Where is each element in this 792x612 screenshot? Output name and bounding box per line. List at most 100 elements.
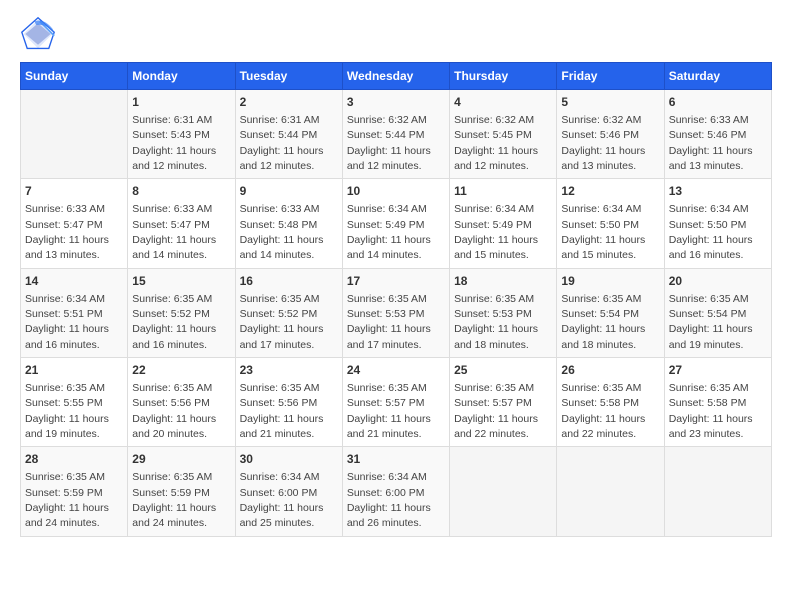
day-info: Sunrise: 6:34 AMSunset: 5:49 PMDaylight:… [454, 203, 538, 261]
day-number: 2 [240, 94, 338, 111]
calendar-header-thursday: Thursday [450, 63, 557, 90]
day-info: Sunrise: 6:32 AMSunset: 5:46 PMDaylight:… [561, 114, 645, 172]
calendar-cell: 7 Sunrise: 6:33 AMSunset: 5:47 PMDaylight… [21, 179, 128, 268]
day-info: Sunrise: 6:32 AMSunset: 5:45 PMDaylight:… [454, 114, 538, 172]
logo [20, 16, 60, 52]
day-info: Sunrise: 6:33 AMSunset: 5:48 PMDaylight:… [240, 203, 324, 261]
calendar-cell: 4 Sunrise: 6:32 AMSunset: 5:45 PMDaylight… [450, 90, 557, 179]
calendar-header-row: SundayMondayTuesdayWednesdayThursdayFrid… [21, 63, 772, 90]
day-info: Sunrise: 6:34 AMSunset: 5:50 PMDaylight:… [561, 203, 645, 261]
calendar-cell: 29 Sunrise: 6:35 AMSunset: 5:59 PMDayligh… [128, 447, 235, 536]
calendar-cell: 16Sunrise: 6:35 AMSunset: 5:52 PMDayligh… [235, 268, 342, 357]
header [20, 16, 772, 52]
day-number: 18 [454, 273, 552, 290]
day-info: Sunrise: 6:34 AMSunset: 5:50 PMDaylight:… [669, 203, 753, 261]
day-number: 8 [132, 183, 230, 200]
day-info: Sunrise: 6:33 AMSunset: 5:47 PMDaylight:… [25, 203, 109, 261]
day-number: 1 [132, 94, 230, 111]
calendar-cell: 13 Sunrise: 6:34 AMSunset: 5:50 PMDayligh… [664, 179, 771, 268]
day-info: Sunrise: 6:34 AMSunset: 5:51 PMDaylight:… [25, 293, 109, 351]
day-number: 3 [347, 94, 445, 111]
day-info: Sunrise: 6:35 AMSunset: 5:53 PMDaylight:… [347, 293, 431, 351]
day-info: Sunrise: 6:35 AMSunset: 5:56 PMDaylight:… [132, 382, 216, 440]
calendar-cell: 24Sunrise: 6:35 AMSunset: 5:57 PMDayligh… [342, 358, 449, 447]
day-info: Sunrise: 6:35 AMSunset: 5:53 PMDaylight:… [454, 293, 538, 351]
calendar-header-saturday: Saturday [664, 63, 771, 90]
calendar-cell: 6 Sunrise: 6:33 AMSunset: 5:46 PMDaylight… [664, 90, 771, 179]
calendar-cell [21, 90, 128, 179]
calendar-cell: 14 Sunrise: 6:34 AMSunset: 5:51 PMDayligh… [21, 268, 128, 357]
day-number: 7 [25, 183, 123, 200]
day-number: 9 [240, 183, 338, 200]
day-info: Sunrise: 6:35 AMSunset: 5:54 PMDaylight:… [669, 293, 753, 351]
calendar-cell [450, 447, 557, 536]
calendar-cell: 18 Sunrise: 6:35 AMSunset: 5:53 PMDayligh… [450, 268, 557, 357]
calendar-cell: 9 Sunrise: 6:33 AMSunset: 5:48 PMDaylight… [235, 179, 342, 268]
day-number: 27 [669, 362, 767, 379]
day-info: Sunrise: 6:35 AMSunset: 5:52 PMDaylight:… [240, 293, 324, 351]
calendar-cell: 10Sunrise: 6:34 AMSunset: 5:49 PMDayligh… [342, 179, 449, 268]
calendar-cell: 23 Sunrise: 6:35 AMSunset: 5:56 PMDayligh… [235, 358, 342, 447]
calendar-week-row: 21 Sunrise: 6:35 AMSunset: 5:55 PMDayligh… [21, 358, 772, 447]
day-number: 20 [669, 273, 767, 290]
calendar-cell: 3 Sunrise: 6:32 AMSunset: 5:44 PMDaylight… [342, 90, 449, 179]
day-number: 6 [669, 94, 767, 111]
calendar-cell: 1 Sunrise: 6:31 AMSunset: 5:43 PMDaylight… [128, 90, 235, 179]
calendar-header-tuesday: Tuesday [235, 63, 342, 90]
day-number: 5 [561, 94, 659, 111]
day-info: Sunrise: 6:31 AMSunset: 5:43 PMDaylight:… [132, 114, 216, 172]
day-number: 26 [561, 362, 659, 379]
day-info: Sunrise: 6:35 AMSunset: 5:55 PMDaylight:… [25, 382, 109, 440]
day-number: 13 [669, 183, 767, 200]
day-info: Sunrise: 6:32 AMSunset: 5:44 PMDaylight:… [347, 114, 431, 172]
calendar-cell: 28 Sunrise: 6:35 AMSunset: 5:59 PMDayligh… [21, 447, 128, 536]
day-info: Sunrise: 6:35 AMSunset: 5:58 PMDaylight:… [561, 382, 645, 440]
day-info: Sunrise: 6:35 AMSunset: 5:56 PMDaylight:… [240, 382, 324, 440]
calendar-cell: 12 Sunrise: 6:34 AMSunset: 5:50 PMDayligh… [557, 179, 664, 268]
day-info: Sunrise: 6:35 AMSunset: 5:57 PMDaylight:… [454, 382, 538, 440]
day-number: 14 [25, 273, 123, 290]
calendar-page: SundayMondayTuesdayWednesdayThursdayFrid… [0, 0, 792, 612]
day-number: 28 [25, 451, 123, 468]
calendar-week-row: 1 Sunrise: 6:31 AMSunset: 5:43 PMDaylight… [21, 90, 772, 179]
day-number: 17 [347, 273, 445, 290]
day-number: 29 [132, 451, 230, 468]
day-info: Sunrise: 6:35 AMSunset: 5:59 PMDaylight:… [132, 471, 216, 529]
day-number: 30 [240, 451, 338, 468]
calendar-cell [557, 447, 664, 536]
day-info: Sunrise: 6:33 AMSunset: 5:46 PMDaylight:… [669, 114, 753, 172]
day-number: 22 [132, 362, 230, 379]
day-number: 4 [454, 94, 552, 111]
calendar-header-monday: Monday [128, 63, 235, 90]
calendar-cell: 21 Sunrise: 6:35 AMSunset: 5:55 PMDayligh… [21, 358, 128, 447]
calendar-cell [664, 447, 771, 536]
day-number: 21 [25, 362, 123, 379]
day-info: Sunrise: 6:35 AMSunset: 5:52 PMDaylight:… [132, 293, 216, 351]
calendar-header-wednesday: Wednesday [342, 63, 449, 90]
calendar-cell: 17 Sunrise: 6:35 AMSunset: 5:53 PMDayligh… [342, 268, 449, 357]
calendar-cell: 19Sunrise: 6:35 AMSunset: 5:54 PMDayligh… [557, 268, 664, 357]
day-info: Sunrise: 6:34 AMSunset: 6:00 PMDaylight:… [240, 471, 324, 529]
calendar-cell: 27 Sunrise: 6:35 AMSunset: 5:58 PMDayligh… [664, 358, 771, 447]
day-number: 25 [454, 362, 552, 379]
day-info: Sunrise: 6:31 AMSunset: 5:44 PMDaylight:… [240, 114, 324, 172]
calendar-cell: 5 Sunrise: 6:32 AMSunset: 5:46 PMDaylight… [557, 90, 664, 179]
day-number: 31 [347, 451, 445, 468]
day-info: Sunrise: 6:35 AMSunset: 5:58 PMDaylight:… [669, 382, 753, 440]
calendar-cell: 22 Sunrise: 6:35 AMSunset: 5:56 PMDayligh… [128, 358, 235, 447]
calendar-cell: 20 Sunrise: 6:35 AMSunset: 5:54 PMDayligh… [664, 268, 771, 357]
day-number: 12 [561, 183, 659, 200]
calendar-cell: 30 Sunrise: 6:34 AMSunset: 6:00 PMDayligh… [235, 447, 342, 536]
calendar-cell: 26 Sunrise: 6:35 AMSunset: 5:58 PMDayligh… [557, 358, 664, 447]
calendar-week-row: 14 Sunrise: 6:34 AMSunset: 5:51 PMDayligh… [21, 268, 772, 357]
day-info: Sunrise: 6:34 AMSunset: 6:00 PMDaylight:… [347, 471, 431, 529]
day-info: Sunrise: 6:33 AMSunset: 5:47 PMDaylight:… [132, 203, 216, 261]
calendar-cell: 2 Sunrise: 6:31 AMSunset: 5:44 PMDaylight… [235, 90, 342, 179]
calendar-header-friday: Friday [557, 63, 664, 90]
calendar-week-row: 7 Sunrise: 6:33 AMSunset: 5:47 PMDaylight… [21, 179, 772, 268]
day-info: Sunrise: 6:35 AMSunset: 5:54 PMDaylight:… [561, 293, 645, 351]
day-number: 23 [240, 362, 338, 379]
day-info: Sunrise: 6:35 AMSunset: 5:59 PMDaylight:… [25, 471, 109, 529]
day-number: 24 [347, 362, 445, 379]
calendar-cell: 8 Sunrise: 6:33 AMSunset: 5:47 PMDaylight… [128, 179, 235, 268]
